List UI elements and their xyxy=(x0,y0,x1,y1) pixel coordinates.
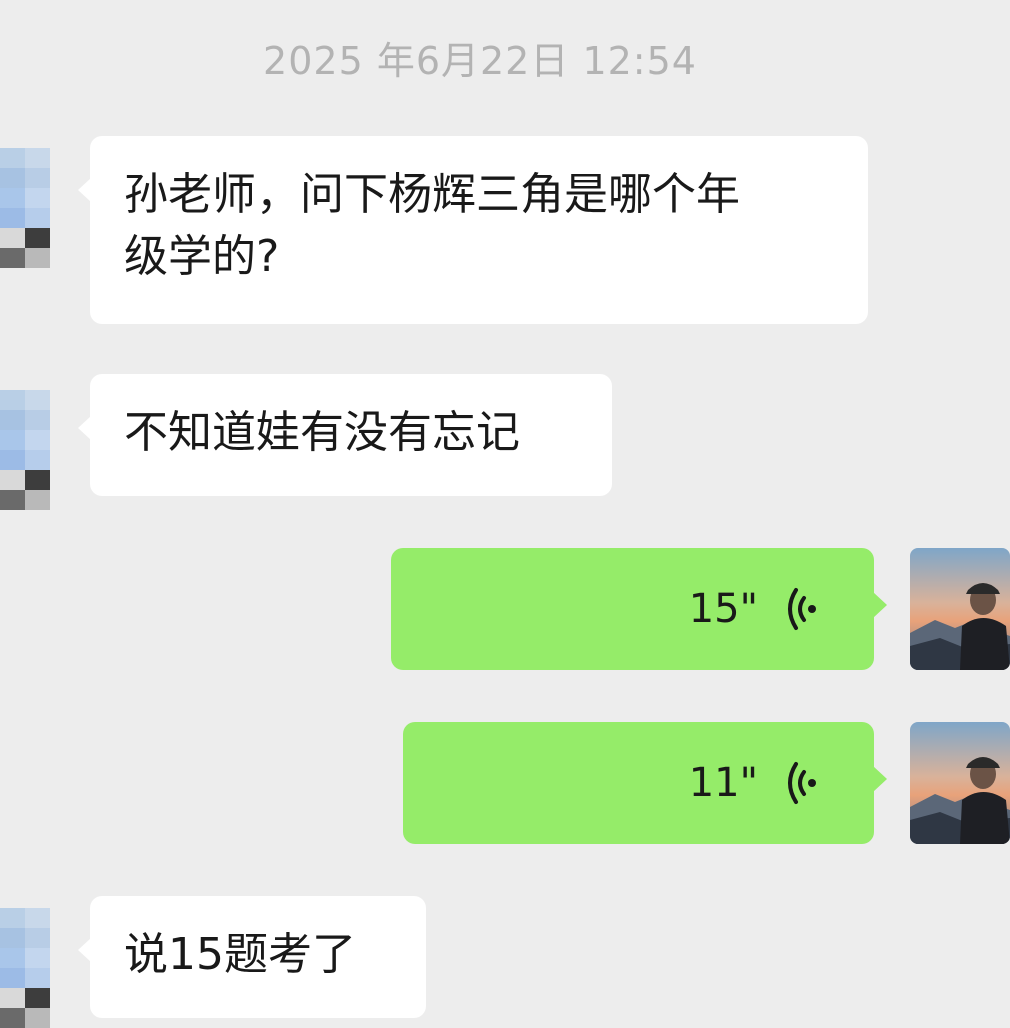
my-avatar[interactable] xyxy=(910,548,1010,670)
chat-timestamp: 2025 年6月22日 12:54 xyxy=(263,39,697,83)
voice-wave-icon xyxy=(788,588,816,630)
voice-message-bubble[interactable]: 15" xyxy=(391,548,887,670)
contact-avatar[interactable] xyxy=(0,908,50,1028)
avatar-photo xyxy=(910,722,1010,844)
voice-duration: 11" xyxy=(688,760,758,806)
message-bubble[interactable]: 孙老师，问下杨辉三角是哪个年 级学的? xyxy=(78,136,868,324)
voice-message-bubble[interactable]: 11" xyxy=(403,722,887,844)
voice-wave-icon xyxy=(788,762,816,804)
message-text: 说15题考了 xyxy=(124,929,356,980)
contact-avatar[interactable] xyxy=(0,390,50,510)
my-avatar[interactable] xyxy=(910,722,1010,844)
message-text-line: 孙老师，问下杨辉三角是哪个年 xyxy=(124,169,740,220)
avatar-photo xyxy=(910,548,1010,670)
voice-duration: 15" xyxy=(688,586,758,632)
message-bubble[interactable]: 说15题考了 xyxy=(78,896,426,1018)
message-bubble[interactable]: 不知道娃有没有忘记 xyxy=(78,374,612,496)
message-text-line: 级学的? xyxy=(124,231,280,282)
contact-avatar[interactable] xyxy=(0,148,50,268)
message-text: 不知道娃有没有忘记 xyxy=(124,407,520,458)
